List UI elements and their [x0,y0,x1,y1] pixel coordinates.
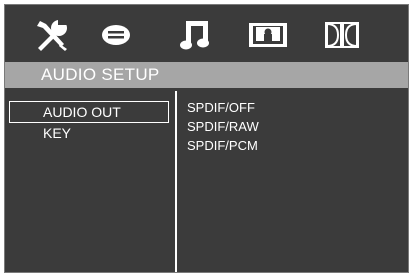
option-spdif-pcm[interactable]: SPDIF/PCM [187,135,387,155]
option-label: SPDIF/RAW [187,119,259,134]
option-label: SPDIF/PCM [187,138,258,153]
tab-video-setup[interactable] [246,15,290,55]
tools-icon [37,18,68,51]
setup-tab-bar [5,5,408,61]
tab-language-setup[interactable] [94,15,138,55]
music-note-icon [180,21,209,50]
option-spdif-raw[interactable]: SPDIF/RAW [187,116,387,136]
tv-icon [249,23,287,47]
tab-dolby-setup[interactable] [320,15,364,55]
menu-item-label: AUDIO OUT [43,104,121,120]
section-title-bar: AUDIO SETUP [5,62,408,88]
menu-item-audio-out[interactable]: AUDIO OUT [9,101,169,123]
pane-divider [175,91,177,272]
speech-bubble-icon [102,25,130,45]
menu-item-key[interactable]: KEY [9,122,169,144]
option-spdif-off[interactable]: SPDIF/OFF [187,97,387,117]
tab-audio-setup[interactable] [173,15,217,55]
setup-menu: AUDIO OUT KEY [5,89,173,272]
option-label: SPDIF/OFF [187,100,255,115]
dolby-icon [325,22,359,48]
options-list: SPDIF/OFF SPDIF/RAW SPDIF/PCM [185,89,405,272]
tab-general-setup[interactable] [30,15,74,55]
menu-item-label: KEY [43,125,72,141]
section-title: AUDIO SETUP [41,65,160,84]
setup-screen: AUDIO SETUP AUDIO OUT KEY SPDIF/OFF SPDI… [4,4,409,273]
